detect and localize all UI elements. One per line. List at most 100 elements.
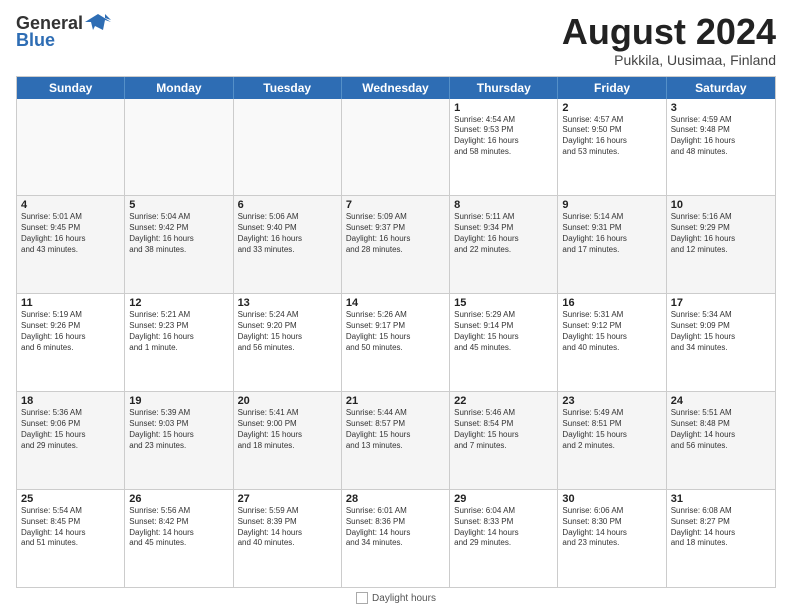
day-info: Sunrise: 5:34 AM Sunset: 9:09 PM Dayligh…: [671, 310, 771, 353]
day-number: 13: [238, 297, 337, 309]
day-number: 29: [454, 493, 553, 505]
calendar-cell-11: 11Sunrise: 5:19 AM Sunset: 9:26 PM Dayli…: [17, 294, 125, 391]
calendar-cell-7: 7Sunrise: 5:09 AM Sunset: 9:37 PM Daylig…: [342, 196, 450, 293]
calendar-cell-28: 28Sunrise: 6:01 AM Sunset: 8:36 PM Dayli…: [342, 490, 450, 587]
calendar-cell-18: 18Sunrise: 5:36 AM Sunset: 9:06 PM Dayli…: [17, 392, 125, 489]
day-info: Sunrise: 5:39 AM Sunset: 9:03 PM Dayligh…: [129, 408, 228, 451]
day-number: 14: [346, 297, 445, 309]
calendar-cell-25: 25Sunrise: 5:54 AM Sunset: 8:45 PM Dayli…: [17, 490, 125, 587]
day-number: 9: [562, 199, 661, 211]
day-info: Sunrise: 5:56 AM Sunset: 8:42 PM Dayligh…: [129, 506, 228, 549]
day-number: 1: [454, 102, 553, 114]
calendar-cell-empty-0-3: [342, 99, 450, 196]
day-number: 21: [346, 395, 445, 407]
calendar-cell-15: 15Sunrise: 5:29 AM Sunset: 9:14 PM Dayli…: [450, 294, 558, 391]
title-block: August 2024 Pukkila, Uusimaa, Finland: [562, 12, 776, 68]
page: General Blue August 2024 Pukkila, Uusima…: [0, 0, 792, 612]
calendar-cell-3: 3Sunrise: 4:59 AM Sunset: 9:48 PM Daylig…: [667, 99, 775, 196]
calendar: SundayMondayTuesdayWednesdayThursdayFrid…: [16, 76, 776, 588]
calendar-cell-23: 23Sunrise: 5:49 AM Sunset: 8:51 PM Dayli…: [558, 392, 666, 489]
calendar-weekday-sunday: Sunday: [17, 77, 125, 99]
calendar-cell-8: 8Sunrise: 5:11 AM Sunset: 9:34 PM Daylig…: [450, 196, 558, 293]
logo-bird-icon: [85, 12, 111, 34]
day-number: 15: [454, 297, 553, 309]
calendar-weekday-thursday: Thursday: [450, 77, 558, 99]
day-number: 30: [562, 493, 661, 505]
month-year-title: August 2024: [562, 12, 776, 52]
calendar-cell-5: 5Sunrise: 5:04 AM Sunset: 9:42 PM Daylig…: [125, 196, 233, 293]
calendar-body: 1Sunrise: 4:54 AM Sunset: 9:53 PM Daylig…: [17, 99, 775, 587]
day-info: Sunrise: 5:06 AM Sunset: 9:40 PM Dayligh…: [238, 212, 337, 255]
calendar-cell-29: 29Sunrise: 6:04 AM Sunset: 8:33 PM Dayli…: [450, 490, 558, 587]
calendar-weekday-wednesday: Wednesday: [342, 77, 450, 99]
day-number: 3: [671, 102, 771, 114]
day-number: 8: [454, 199, 553, 211]
calendar-cell-1: 1Sunrise: 4:54 AM Sunset: 9:53 PM Daylig…: [450, 99, 558, 196]
day-info: Sunrise: 4:59 AM Sunset: 9:48 PM Dayligh…: [671, 115, 771, 158]
calendar-cell-22: 22Sunrise: 5:46 AM Sunset: 8:54 PM Dayli…: [450, 392, 558, 489]
day-info: Sunrise: 5:24 AM Sunset: 9:20 PM Dayligh…: [238, 310, 337, 353]
legend-label-daylight: Daylight hours: [372, 593, 436, 604]
calendar-cell-empty-0-2: [234, 99, 342, 196]
calendar-weekday-friday: Friday: [558, 77, 666, 99]
day-info: Sunrise: 4:57 AM Sunset: 9:50 PM Dayligh…: [562, 115, 661, 158]
day-info: Sunrise: 5:59 AM Sunset: 8:39 PM Dayligh…: [238, 506, 337, 549]
calendar-cell-empty-0-0: [17, 99, 125, 196]
logo-blue-text: Blue: [16, 30, 55, 51]
day-info: Sunrise: 6:01 AM Sunset: 8:36 PM Dayligh…: [346, 506, 445, 549]
day-number: 24: [671, 395, 771, 407]
day-number: 7: [346, 199, 445, 211]
calendar-cell-20: 20Sunrise: 5:41 AM Sunset: 9:00 PM Dayli…: [234, 392, 342, 489]
day-number: 10: [671, 199, 771, 211]
day-number: 12: [129, 297, 228, 309]
day-info: Sunrise: 5:31 AM Sunset: 9:12 PM Dayligh…: [562, 310, 661, 353]
calendar-cell-17: 17Sunrise: 5:34 AM Sunset: 9:09 PM Dayli…: [667, 294, 775, 391]
day-info: Sunrise: 5:01 AM Sunset: 9:45 PM Dayligh…: [21, 212, 120, 255]
calendar-cell-16: 16Sunrise: 5:31 AM Sunset: 9:12 PM Dayli…: [558, 294, 666, 391]
calendar-cell-19: 19Sunrise: 5:39 AM Sunset: 9:03 PM Dayli…: [125, 392, 233, 489]
day-info: Sunrise: 5:16 AM Sunset: 9:29 PM Dayligh…: [671, 212, 771, 255]
calendar-cell-21: 21Sunrise: 5:44 AM Sunset: 8:57 PM Dayli…: [342, 392, 450, 489]
calendar-cell-30: 30Sunrise: 6:06 AM Sunset: 8:30 PM Dayli…: [558, 490, 666, 587]
header: General Blue August 2024 Pukkila, Uusima…: [16, 12, 776, 68]
day-number: 23: [562, 395, 661, 407]
calendar-weekday-monday: Monday: [125, 77, 233, 99]
day-number: 5: [129, 199, 228, 211]
day-info: Sunrise: 5:26 AM Sunset: 9:17 PM Dayligh…: [346, 310, 445, 353]
day-info: Sunrise: 6:04 AM Sunset: 8:33 PM Dayligh…: [454, 506, 553, 549]
day-number: 6: [238, 199, 337, 211]
day-number: 17: [671, 297, 771, 309]
day-info: Sunrise: 5:04 AM Sunset: 9:42 PM Dayligh…: [129, 212, 228, 255]
logo: General Blue: [16, 12, 111, 51]
day-info: Sunrise: 5:14 AM Sunset: 9:31 PM Dayligh…: [562, 212, 661, 255]
calendar-cell-27: 27Sunrise: 5:59 AM Sunset: 8:39 PM Dayli…: [234, 490, 342, 587]
day-info: Sunrise: 4:54 AM Sunset: 9:53 PM Dayligh…: [454, 115, 553, 158]
calendar-cell-12: 12Sunrise: 5:21 AM Sunset: 9:23 PM Dayli…: [125, 294, 233, 391]
legend-box-daylight: [356, 592, 368, 604]
day-number: 2: [562, 102, 661, 114]
calendar-weekday-tuesday: Tuesday: [234, 77, 342, 99]
location-subtitle: Pukkila, Uusimaa, Finland: [562, 52, 776, 68]
calendar-cell-empty-0-1: [125, 99, 233, 196]
day-info: Sunrise: 5:49 AM Sunset: 8:51 PM Dayligh…: [562, 408, 661, 451]
calendar-cell-13: 13Sunrise: 5:24 AM Sunset: 9:20 PM Dayli…: [234, 294, 342, 391]
day-number: 22: [454, 395, 553, 407]
calendar-cell-24: 24Sunrise: 5:51 AM Sunset: 8:48 PM Dayli…: [667, 392, 775, 489]
calendar-cell-9: 9Sunrise: 5:14 AM Sunset: 9:31 PM Daylig…: [558, 196, 666, 293]
day-number: 31: [671, 493, 771, 505]
day-info: Sunrise: 5:29 AM Sunset: 9:14 PM Dayligh…: [454, 310, 553, 353]
calendar-weekday-saturday: Saturday: [667, 77, 775, 99]
calendar-cell-4: 4Sunrise: 5:01 AM Sunset: 9:45 PM Daylig…: [17, 196, 125, 293]
day-number: 4: [21, 199, 120, 211]
calendar-row-3: 11Sunrise: 5:19 AM Sunset: 9:26 PM Dayli…: [17, 294, 775, 392]
day-info: Sunrise: 5:21 AM Sunset: 9:23 PM Dayligh…: [129, 310, 228, 353]
day-info: Sunrise: 5:44 AM Sunset: 8:57 PM Dayligh…: [346, 408, 445, 451]
legend-item-daylight: Daylight hours: [356, 592, 436, 604]
calendar-cell-31: 31Sunrise: 6:08 AM Sunset: 8:27 PM Dayli…: [667, 490, 775, 587]
calendar-cell-10: 10Sunrise: 5:16 AM Sunset: 9:29 PM Dayli…: [667, 196, 775, 293]
footer: Daylight hours: [16, 592, 776, 604]
day-number: 27: [238, 493, 337, 505]
day-info: Sunrise: 5:09 AM Sunset: 9:37 PM Dayligh…: [346, 212, 445, 255]
day-info: Sunrise: 5:11 AM Sunset: 9:34 PM Dayligh…: [454, 212, 553, 255]
day-info: Sunrise: 5:54 AM Sunset: 8:45 PM Dayligh…: [21, 506, 120, 549]
